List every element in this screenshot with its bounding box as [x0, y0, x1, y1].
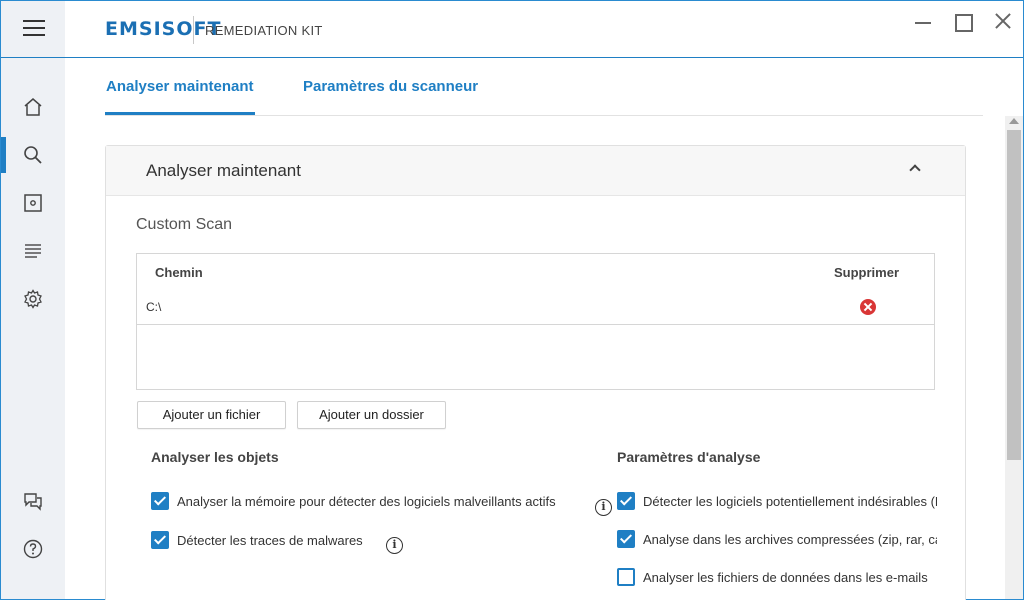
add-file-button[interactable]: Ajouter un fichier	[137, 401, 286, 429]
tab-scan-now[interactable]: Analyser maintenant	[106, 78, 254, 95]
title-bar: EMSISOFT REMEDIATION KIT	[65, 1, 1023, 58]
option-malware-traces[interactable]: Détecter les traces de malwares i	[151, 531, 451, 554]
table-row[interactable]: C:\	[137, 292, 934, 325]
panel-title: Analyser maintenant	[146, 161, 301, 180]
option-label: Analyse dans les archives compressées (z…	[643, 532, 937, 547]
sidebar-item-help[interactable]	[1, 531, 65, 567]
column-header-delete: Supprimer	[834, 265, 900, 280]
option-label: Détecter les logiciels potentiellement i…	[643, 494, 937, 509]
delete-icon[interactable]	[860, 299, 876, 315]
column-header-path: Chemin	[155, 265, 203, 280]
option-label: Analyser la mémoire pour détecter des lo…	[177, 494, 556, 509]
option-detect-pup[interactable]: Détecter les logiciels potentiellement i…	[617, 492, 937, 512]
tab-scanner-settings[interactable]: Paramètres du scanneur	[303, 78, 478, 95]
checkbox-scan-archives[interactable]	[617, 530, 635, 548]
sidebar-item-scan[interactable]	[1, 137, 65, 173]
home-icon	[24, 98, 42, 116]
scan-params-options: Détecter les logiciels potentiellement i…	[617, 492, 937, 600]
sidebar	[1, 58, 65, 599]
option-label: Analyser les fichiers de données dans le…	[643, 570, 928, 585]
scan-objects-title: Analyser les objets	[151, 449, 279, 465]
option-scan-archives[interactable]: Analyse dans les archives compressées (z…	[617, 530, 937, 550]
panel-header[interactable]: Analyser maintenant	[106, 146, 965, 196]
sidebar-item-quarantine[interactable]	[1, 185, 65, 221]
active-indicator	[1, 137, 6, 173]
search-icon	[24, 146, 42, 164]
checkbox-malware-traces[interactable]	[151, 531, 169, 549]
option-label: Détecter les traces de malwares	[177, 533, 363, 548]
info-icon[interactable]: i	[386, 537, 403, 554]
app-logo: EMSISOFT	[105, 18, 222, 40]
checkbox-detect-pup[interactable]	[617, 492, 635, 510]
minimize-button[interactable]	[912, 11, 936, 35]
chat-icon	[24, 493, 42, 511]
gear-icon	[24, 289, 42, 309]
help-icon	[23, 539, 43, 559]
option-scan-email-data[interactable]: Analyser les fichiers de données dans le…	[617, 568, 937, 588]
sidebar-item-settings[interactable]	[1, 281, 65, 317]
checkbox-scan-memory[interactable]	[151, 492, 169, 510]
sidebar-item-logs[interactable]	[1, 233, 65, 269]
tab-bar: Analyser maintenant Paramètres du scanne…	[105, 58, 983, 116]
scan-params-title: Paramètres d'analyse	[617, 449, 761, 465]
checkbox-scan-email-data[interactable]	[617, 568, 635, 586]
path-cell: C:\	[146, 300, 162, 314]
info-icon[interactable]: i	[595, 499, 612, 516]
logs-icon	[25, 244, 41, 258]
menu-area	[1, 1, 65, 58]
hamburger-menu-icon[interactable]	[23, 20, 45, 38]
sidebar-item-home[interactable]	[1, 89, 65, 125]
active-tab-underline	[105, 112, 255, 115]
option-scan-memory[interactable]: Analyser la mémoire pour détecter des lo…	[151, 492, 621, 516]
vertical-scrollbar[interactable]	[1005, 116, 1023, 599]
scroll-thumb[interactable]	[1007, 130, 1021, 460]
maximize-button[interactable]	[952, 11, 976, 35]
product-name: REMEDIATION KIT	[205, 23, 323, 38]
scroll-up-arrow-icon[interactable]	[1009, 118, 1019, 124]
path-table: Chemin Supprimer C:\	[136, 253, 935, 390]
add-folder-button[interactable]: Ajouter un dossier	[297, 401, 446, 429]
chevron-up-icon[interactable]	[909, 164, 921, 176]
title-divider	[193, 16, 194, 44]
close-button[interactable]	[991, 11, 1015, 35]
custom-scan-label: Custom Scan	[136, 216, 233, 233]
quarantine-icon	[24, 194, 42, 212]
sidebar-item-feedback[interactable]	[1, 483, 65, 519]
scan-panel: Analyser maintenant Custom Scan Chemin S…	[105, 145, 966, 600]
